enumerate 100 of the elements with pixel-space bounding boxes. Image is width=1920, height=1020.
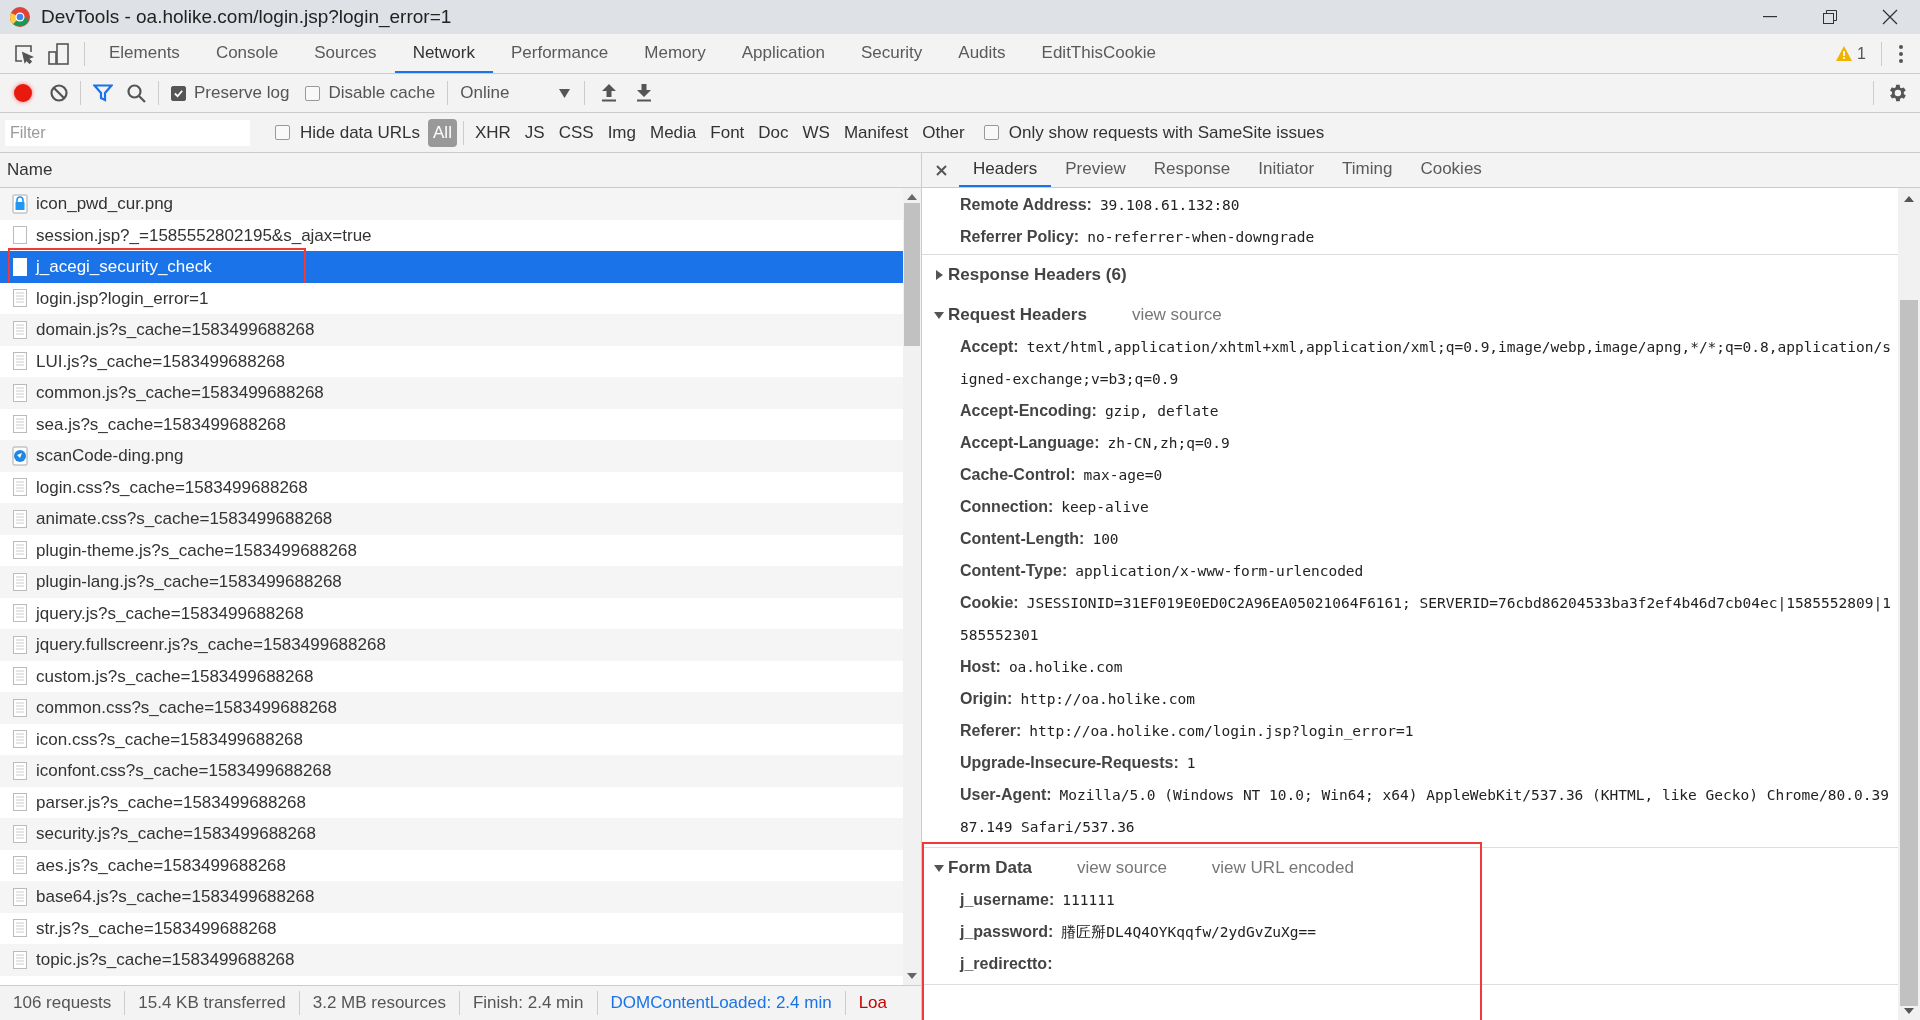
disable-cache-checkbox[interactable] [305, 85, 321, 101]
document-icon [12, 288, 28, 309]
type-filter[interactable]: Other [917, 118, 970, 147]
record-button[interactable] [14, 84, 32, 102]
samesite-checkbox[interactable] [983, 125, 999, 140]
scroll-down-arrow-icon[interactable] [1904, 1008, 1914, 1014]
detail-tab[interactable]: Initiator [1244, 153, 1329, 187]
header-line: j_username: 111111 [958, 890, 1116, 910]
status-text: 3.2 MB resources [311, 992, 447, 1015]
request-row[interactable]: jquery.fullscreenr.js?s_cache=1583499688268 [0, 629, 903, 661]
image-file-icon [12, 445, 28, 466]
request-row[interactable]: security.js?s_cache=1583499688268 [0, 818, 903, 850]
document-icon [12, 886, 28, 907]
column-header[interactable]: Name [7, 157, 53, 183]
scrollbar-thumb[interactable] [904, 203, 920, 346]
preserve-log-checkbox[interactable] [171, 85, 186, 101]
type-filter[interactable]: XHR [469, 118, 516, 147]
status-text: 15.4 KB transferred [137, 992, 287, 1015]
scrollbar-thumb[interactable] [1900, 300, 1918, 1006]
type-filter[interactable]: Img [602, 118, 641, 147]
caret-icon [559, 88, 571, 98]
view-toggle-link[interactable]: view source [1077, 855, 1167, 881]
panel-tab[interactable]: Audits [940, 34, 1024, 73]
request-row[interactable]: icon_pwd_cur.png [0, 188, 903, 220]
collapsed-triangle-icon[interactable] [934, 270, 944, 280]
type-filter[interactable]: JS [519, 118, 550, 147]
expanded-triangle-icon[interactable] [934, 310, 944, 320]
section-title[interactable]: Request Headers [948, 302, 1087, 328]
panel-tab[interactable]: Network [394, 34, 493, 73]
warning-count[interactable]: 1 [1857, 41, 1866, 66]
scrollbar[interactable] [1898, 188, 1920, 1020]
detail-tab[interactable]: Response [1139, 153, 1245, 187]
filter-field[interactable]: Filter [5, 119, 250, 146]
header-line: Upgrade-Insecure-Requests: 1 [959, 753, 1197, 773]
disable-cache-label: Disable cache [328, 82, 436, 105]
hide-data-urls-checkbox[interactable] [275, 125, 290, 140]
request-row[interactable]: animate.css?s_cache=1583499688268 [0, 503, 903, 535]
type-filter[interactable]: WS [797, 118, 835, 147]
scroll-down-arrow-icon[interactable] [907, 973, 917, 979]
request-row[interactable]: domain.js?s_cache=1583499688268 [0, 314, 903, 346]
section-title[interactable]: Response Headers (6) [948, 262, 1127, 288]
section-title[interactable]: Form Data [948, 855, 1033, 881]
document-icon [12, 351, 28, 372]
scrollbar[interactable] [903, 188, 921, 985]
panel-tab[interactable]: Security [842, 34, 941, 73]
request-row[interactable]: common.js?s_cache=1583499688268 [0, 377, 903, 409]
scroll-up-arrow-icon[interactable] [907, 194, 917, 200]
filter-icon[interactable] [93, 84, 113, 102]
header-line: User-Agent: Mozilla/5.0 (Windows NT 10.0; Win64; x64) AppleWebKit/537.36 (KHTML, like Gecko) Chrome/80.0.3987.149 Safari/537.36 [959, 785, 1890, 837]
request-row[interactable]: plugin-lang.js?s_cache=1583499688268 [0, 566, 903, 598]
detail-tab[interactable]: Preview [1051, 153, 1140, 187]
detail-tab[interactable]: Timing [1328, 153, 1407, 187]
type-filter[interactable]: Font [705, 118, 750, 147]
panel-tab[interactable]: Sources [296, 34, 395, 73]
panel-tab[interactable]: EditThisCookie [1023, 34, 1174, 73]
header-line: Content-Type: application/x-www-form-urlencoded [959, 561, 1365, 581]
header-line: Host: oa.holike.com [959, 657, 1124, 677]
upload-icon[interactable] [601, 84, 618, 102]
request-row[interactable]: j_acegi_security_check [0, 251, 903, 283]
panel-tab[interactable]: Memory [626, 34, 724, 73]
download-icon[interactable] [636, 84, 653, 102]
panel-tab[interactable]: Console [197, 34, 297, 73]
type-filter[interactable]: CSS [553, 118, 599, 147]
request-row[interactable]: common.css?s_cache=1583499688268 [0, 692, 903, 724]
document-icon [12, 634, 28, 655]
inspect-element-icon[interactable] [14, 43, 34, 64]
document-icon [12, 760, 28, 781]
type-filter[interactable]: Doc [753, 118, 794, 147]
throttling-dropdown[interactable]: Online [460, 80, 571, 106]
minimize-icon [1763, 16, 1777, 18]
panel-tab[interactable]: Application [723, 34, 843, 73]
request-row[interactable]: iconfont.css?s_cache=1583499688268 [0, 755, 903, 787]
header-line: j_password: 膡匠掰DL4Q4OYKqqfw/2ydGvZuXg== [958, 922, 1317, 942]
request-row[interactable]: scanCode-ding.png [0, 440, 903, 472]
warning-icon [1836, 46, 1853, 61]
header-line: Accept-Encoding: gzip, deflate [959, 401, 1220, 421]
document-icon [12, 540, 28, 561]
hide-data-urls-label: Hide data URLs [300, 121, 420, 144]
scroll-up-arrow-icon[interactable] [1904, 196, 1914, 202]
view-toggle-link[interactable]: view URL encoded [1211, 855, 1354, 881]
type-filter[interactable]: Media [645, 118, 702, 147]
request-row[interactable]: topic.js?s_cache=1583499688268 [0, 944, 903, 976]
checkmark-icon [173, 87, 184, 99]
document-icon [12, 414, 28, 435]
view-toggle-link[interactable]: view source [1131, 302, 1222, 328]
request-row[interactable]: base64.js?s_cache=1583499688268 [0, 881, 903, 913]
document-icon [12, 697, 28, 718]
header-line: Referer: http://oa.holike.com/login.jsp?login_error=1 [959, 721, 1415, 742]
panel-tab[interactable]: Elements [91, 34, 198, 73]
detail-tab[interactable]: Cookies [1406, 153, 1496, 187]
close-icon[interactable] [936, 164, 947, 176]
document-icon [12, 477, 28, 498]
clear-icon[interactable] [50, 84, 68, 102]
device-toolbar-icon[interactable] [48, 42, 70, 65]
status-text: 106 requests [12, 992, 113, 1015]
panel-tab[interactable]: Performance [493, 34, 627, 73]
expanded-triangle-icon[interactable] [934, 863, 944, 873]
search-icon[interactable] [127, 83, 146, 103]
more-options-icon[interactable] [1899, 44, 1903, 63]
type-filter[interactable]: Manifest [838, 118, 914, 147]
